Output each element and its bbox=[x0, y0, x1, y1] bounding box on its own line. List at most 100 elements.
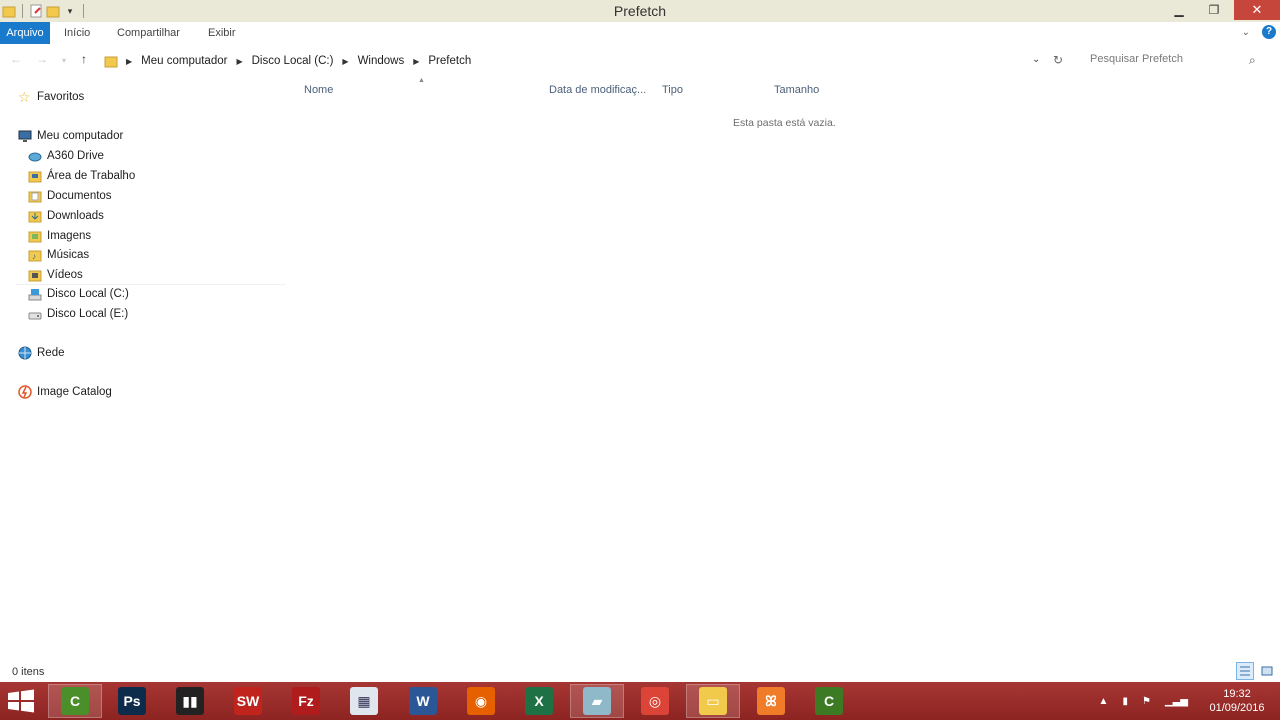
taskbar-file-explorer-button[interactable]: ▭ bbox=[686, 684, 740, 718]
camtasia-recorder-icon: C bbox=[61, 687, 89, 715]
nav-image-catalog[interactable]: Image Catalog bbox=[18, 383, 112, 401]
nav-documentos[interactable]: Documentos bbox=[28, 187, 112, 205]
expand-ribbon-icon[interactable]: ⌄ bbox=[1242, 27, 1250, 38]
restore-button[interactable]: ❐ bbox=[1202, 0, 1226, 20]
column-header-data[interactable]: Data de modificaç... bbox=[549, 84, 646, 96]
column-header-tipo[interactable]: Tipo bbox=[662, 84, 683, 96]
flag-icon[interactable]: ⚑ bbox=[1142, 696, 1151, 707]
up-arrow-icon[interactable]: ↑ bbox=[81, 52, 87, 66]
file-explorer-icon: ▭ bbox=[699, 687, 727, 715]
chevron-right-icon[interactable]: ▶ bbox=[413, 57, 419, 66]
firefox-icon: ◉ bbox=[467, 687, 495, 715]
power-icon[interactable]: ▮ bbox=[1122, 696, 1128, 707]
help-icon[interactable]: ? bbox=[1262, 25, 1276, 39]
taskbar-xampp-button[interactable]: ꕤ bbox=[744, 684, 798, 718]
nav-label: Downloads bbox=[47, 210, 104, 222]
nav-a360-drive[interactable]: A360 Drive bbox=[28, 147, 104, 165]
calculator-icon: ▦ bbox=[350, 687, 378, 715]
nav-favoritos[interactable]: ☆ Favoritos bbox=[18, 88, 84, 106]
navigation-pane: ☆ Favoritos Meu computador A360 Drive Ár… bbox=[0, 80, 290, 660]
taskbar-word-button[interactable]: W bbox=[396, 684, 450, 718]
taskbar-camtasia-recorder-button[interactable]: C bbox=[48, 684, 102, 718]
nav-musicas[interactable]: ♪ Músicas bbox=[28, 246, 89, 264]
taskbar-video-editor-button[interactable]: ▮▮ bbox=[163, 684, 217, 718]
word-icon: W bbox=[409, 687, 437, 715]
details-view-button[interactable] bbox=[1236, 662, 1254, 680]
tab-inicio[interactable]: Início bbox=[64, 22, 90, 44]
view-switcher bbox=[1236, 662, 1276, 680]
nav-disco-local-e[interactable]: Disco Local (E:) bbox=[28, 305, 128, 323]
nav-videos[interactable]: Vídeos bbox=[28, 266, 83, 284]
breadcrumb-windows[interactable]: Windows bbox=[358, 55, 405, 67]
nav-label: Rede bbox=[37, 347, 65, 359]
minimize-button[interactable]: ▁ bbox=[1167, 0, 1191, 20]
tab-exibir[interactable]: Exibir bbox=[208, 22, 236, 44]
taskbar-solidworks-button[interactable]: SW bbox=[221, 684, 275, 718]
pictures-folder-icon bbox=[28, 229, 42, 243]
nav-imagens[interactable]: Imagens bbox=[28, 227, 91, 245]
clock-time: 19:32 bbox=[1223, 688, 1251, 700]
nav-label: Vídeos bbox=[47, 269, 83, 281]
clock[interactable]: 19:32 01/09/2016 bbox=[1202, 687, 1272, 715]
taskbar-filezilla-button[interactable]: Fz bbox=[279, 684, 333, 718]
nav-label: Image Catalog bbox=[37, 386, 112, 398]
column-header-nome[interactable]: Nome bbox=[304, 84, 333, 96]
nav-label: Favoritos bbox=[37, 91, 85, 103]
taskbar-calculator-button[interactable]: ▦ bbox=[337, 684, 391, 718]
tab-arquivo[interactable]: Arquivo bbox=[0, 22, 50, 44]
breadcrumb-prefetch[interactable]: Prefetch bbox=[428, 55, 471, 67]
taskbar-photoshop-button[interactable]: Ps bbox=[105, 684, 159, 718]
tab-compartilhar[interactable]: Compartilhar bbox=[117, 22, 180, 44]
documents-folder-icon bbox=[28, 189, 42, 203]
taskbar-firefox-button[interactable]: ◉ bbox=[454, 684, 508, 718]
chevron-right-icon[interactable]: ▶ bbox=[236, 57, 242, 66]
nav-disco-local-c[interactable]: Disco Local (C:) bbox=[28, 285, 129, 303]
taskbar-notes-button[interactable]: ▰ bbox=[570, 684, 624, 718]
nav-label: Disco Local (E:) bbox=[47, 308, 129, 320]
nav-downloads[interactable]: Downloads bbox=[28, 207, 104, 225]
nav-rede[interactable]: Rede bbox=[18, 344, 65, 362]
breadcrumb-meu-computador[interactable]: Meu computador bbox=[141, 55, 227, 67]
taskbar-excel-button[interactable]: X bbox=[512, 684, 566, 718]
network-icon bbox=[18, 346, 32, 360]
taskbar-camtasia-studio-button[interactable]: C bbox=[802, 684, 856, 718]
search-input[interactable] bbox=[1090, 53, 1240, 65]
back-arrow-icon[interactable]: ← bbox=[10, 52, 22, 66]
recent-locations-icon[interactable]: ▾ bbox=[62, 56, 66, 65]
nav-label: Área de Trabalho bbox=[47, 170, 136, 182]
clock-date: 01/09/2016 bbox=[1209, 702, 1265, 714]
chevron-right-icon[interactable]: ▶ bbox=[342, 57, 348, 66]
windows-start-icon[interactable] bbox=[6, 689, 36, 713]
taskbar-chrome-button[interactable]: ◎ bbox=[628, 684, 682, 718]
show-hidden-icons-icon[interactable]: ▲ bbox=[1099, 696, 1109, 707]
desktop-folder-icon bbox=[28, 169, 42, 183]
star-icon: ☆ bbox=[18, 89, 31, 105]
item-count: 0 itens bbox=[12, 666, 45, 678]
system-drive-icon bbox=[28, 287, 42, 301]
nav-label: Disco Local (C:) bbox=[47, 288, 129, 300]
window-controls: ▁ ❐ ✕ bbox=[1156, 0, 1280, 22]
network-signal-icon[interactable]: ▁▃▅ bbox=[1165, 696, 1188, 707]
forward-arrow-icon[interactable]: → bbox=[36, 52, 48, 66]
xampp-icon: ꕤ bbox=[757, 687, 785, 715]
nav-area-de-trabalho[interactable]: Área de Trabalho bbox=[28, 167, 135, 185]
computer-icon bbox=[18, 129, 32, 143]
column-header-tamanho[interactable]: Tamanho bbox=[774, 84, 819, 96]
chevron-right-icon: ▶ bbox=[126, 56, 133, 66]
videos-folder-icon bbox=[28, 268, 42, 282]
svg-text:♪: ♪ bbox=[32, 252, 36, 261]
address-history-dropdown-icon[interactable]: ⌄ bbox=[1032, 54, 1040, 65]
nav-meu-computador[interactable]: Meu computador bbox=[18, 127, 123, 145]
address-bar[interactable]: ▶ Meu computador ▶ Disco Local (C:) ▶ Wi… bbox=[100, 49, 1075, 73]
details-view-icon bbox=[1240, 666, 1250, 676]
nav-label: Meu computador bbox=[37, 130, 124, 142]
refresh-icon[interactable]: ↻ bbox=[1053, 53, 1063, 67]
large-icons-view-icon bbox=[1261, 666, 1273, 676]
notes-icon: ▰ bbox=[583, 687, 611, 715]
search-icon[interactable]: ⌕ bbox=[1249, 53, 1256, 68]
nav-label: Documentos bbox=[47, 190, 112, 202]
large-icons-view-button[interactable] bbox=[1258, 662, 1276, 680]
close-button[interactable]: ✕ bbox=[1234, 0, 1280, 20]
breadcrumb-disco-local-c[interactable]: Disco Local (C:) bbox=[252, 55, 334, 67]
ribbon-tabs: Arquivo Início Compartilhar Exibir ⌄ ? bbox=[0, 22, 1280, 44]
